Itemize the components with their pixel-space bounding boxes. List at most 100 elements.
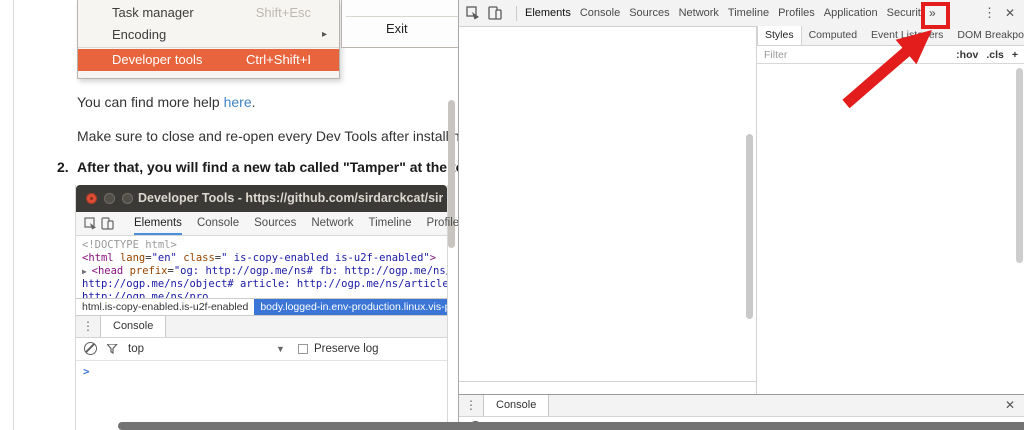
- tab-profiles[interactable]: Profiles: [427, 213, 458, 235]
- tab-console[interactable]: Console: [197, 213, 239, 235]
- console-drawer-tabbar: ⋮ Console ✕: [459, 395, 1024, 417]
- tab-console[interactable]: Console: [580, 7, 620, 19]
- filter-icon[interactable]: [107, 344, 118, 357]
- breadcrumb-item[interactable]: body.logged-in.env-production.linux.vis-…: [254, 299, 447, 315]
- menu-shortcut: Shift+Esc: [256, 2, 311, 24]
- code-line[interactable]: http://ogp.me/ns/object# article: http:/…: [82, 278, 447, 291]
- tab-network[interactable]: Network: [679, 7, 719, 19]
- shot-code: <!DOCTYPE html><html lang="en" class=" i…: [76, 236, 447, 298]
- embedded-console-drawer-tabbar: ⋮ Console: [76, 316, 447, 338]
- code-segment: prefix: [130, 265, 168, 277]
- tab-dom-breakpoints[interactable]: DOM Breakpoints: [950, 26, 1024, 45]
- code-segment: lang: [120, 252, 145, 264]
- inspect-element-icon[interactable]: [464, 4, 482, 22]
- dropdown-arrow-icon[interactable]: ▼: [276, 338, 285, 360]
- code-segment: " is-copy-enabled is-u2f-enabled": [221, 252, 430, 264]
- browser-menu-exit-panel: Exit: [341, 0, 458, 48]
- styles-filter-toggles: :hov .cls +: [956, 49, 1018, 61]
- preserve-log-label: Preserve log: [314, 338, 379, 360]
- tab-computed[interactable]: Computed: [802, 26, 864, 45]
- tab-sources[interactable]: Sources: [629, 7, 669, 19]
- menu-separator: [78, 47, 339, 48]
- code-segment: "en": [152, 252, 177, 264]
- submenu-arrow-icon: ▸: [322, 24, 327, 46]
- new-rule-button[interactable]: +: [1012, 49, 1018, 61]
- step-marker: 2.: [57, 159, 69, 175]
- menu-item-label: Encoding: [112, 27, 166, 42]
- dom-scrollbar-thumb[interactable]: [746, 134, 753, 319]
- window-minimize-icon: [104, 193, 115, 204]
- help-text: You can find more help: [77, 94, 224, 110]
- code-segment: <!DOCTYPE html>: [82, 239, 177, 251]
- styles-scrollbar-thumb[interactable]: [1016, 68, 1023, 263]
- tab-styles[interactable]: Styles: [757, 26, 802, 45]
- tab-timeline[interactable]: Timeline: [728, 7, 769, 19]
- embedded-tabs: Elements Console Sources Network Timeline Pro…: [134, 213, 458, 235]
- embedded-tabbar: ElementsConsoleSourcesNetworkTimelinePro…: [76, 212, 447, 236]
- code-segment: class: [183, 252, 215, 264]
- help-text-suffix: .: [252, 94, 256, 110]
- browser-context-menu: Task manager Shift+Esc Encoding ▸ Develo…: [77, 0, 340, 79]
- tab-sources[interactable]: Sources: [254, 213, 296, 235]
- embedded-devtools-screenshot: Developer Tools - https://github.com/sir…: [75, 185, 448, 430]
- styles-tabs-list: StylesComputedEvent ListenersDOM Breakpo…: [757, 26, 1024, 46]
- tab-application[interactable]: Application: [824, 7, 878, 19]
- code-line[interactable]: ▶ <head prefix="og: http://ogp.me/ns# fb…: [82, 265, 447, 278]
- code-segment: ▶: [82, 267, 92, 276]
- dt-tabs: Elements Console Sources Network Timeline Pro…: [525, 7, 923, 19]
- style-rules: [757, 63, 1024, 394]
- menu-item-exit[interactable]: Exit: [386, 21, 408, 36]
- code-line[interactable]: http://ogp.me/ns/pro...: [82, 291, 447, 298]
- screenshot-root: Task manager Shift+Esc Encoding ▸ Develo…: [0, 0, 1024, 430]
- tab-security[interactable]: Security: [887, 7, 923, 19]
- inspect-element-icon: [84, 215, 97, 233]
- console-prompt-chevron[interactable]: >: [76, 361, 447, 378]
- embedded-console-tab[interactable]: Console: [100, 316, 166, 337]
- hover-toggle[interactable]: :hov: [956, 49, 978, 61]
- kebab-menu-icon[interactable]: ⋮: [983, 0, 996, 26]
- help-link[interactable]: here: [224, 94, 252, 110]
- menu-item-developer-tools[interactable]: Developer tools Ctrl+Shift+I: [78, 49, 339, 71]
- breadcrumb-item[interactable]: html.is-copy-enabled.is-u2f-enabled: [76, 299, 254, 315]
- device-toolbar-icon[interactable]: [486, 4, 504, 22]
- code-line[interactable]: <!DOCTYPE html>: [82, 239, 447, 252]
- tab-network[interactable]: Network: [311, 213, 353, 235]
- close-drawer-icon[interactable]: ✕: [1005, 395, 1015, 416]
- toolbar-divider: [516, 6, 517, 21]
- menu-separator: [346, 16, 458, 17]
- styles-filter-bar: Filter :hov .cls +: [757, 46, 1024, 64]
- window-maximize-icon: [122, 193, 133, 204]
- tab-profiles[interactable]: Profiles: [778, 7, 815, 19]
- kebab-menu-icon[interactable]: ⋮: [76, 316, 100, 337]
- devtools-panel: Elements Console Sources Network Timeline Pro…: [458, 0, 1024, 430]
- code-segment: <html: [82, 252, 114, 264]
- embedded-window-title: Developer Tools - https://github.com/sir…: [138, 185, 443, 212]
- code-line[interactable]: <html lang="en" class=" is-copy-enabled …: [82, 252, 447, 265]
- tab-timeline[interactable]: Timeline: [369, 213, 412, 235]
- menu-item-encoding[interactable]: Encoding ▸: [78, 24, 339, 46]
- code-segment: "og: http://ogp.me/ns# fb: http://ogp.me…: [174, 265, 447, 277]
- code-segment: >: [430, 252, 436, 264]
- console-drawer-tab[interactable]: Console: [483, 395, 549, 416]
- close-devtools-icon[interactable]: ✕: [1005, 0, 1015, 26]
- clear-console-icon[interactable]: [84, 342, 97, 355]
- dom-breadcrumb: [459, 381, 756, 395]
- embedded-console-toolbar: top ▼ Preserve log: [76, 338, 447, 361]
- menu-shortcut: Ctrl+Shift+I: [246, 49, 311, 71]
- menu-item-task-manager[interactable]: Task manager Shift+Esc: [78, 2, 339, 24]
- preserve-log-checkbox[interactable]: [298, 344, 308, 354]
- browser-page: Task manager Shift+Esc Encoding ▸ Develo…: [0, 0, 458, 430]
- console-context-select[interactable]: top: [128, 338, 144, 360]
- tab-elements[interactable]: Elements: [525, 7, 571, 19]
- embedded-window-titlebar: Developer Tools - https://github.com/sir…: [76, 185, 447, 212]
- horizontal-scrollbar-thumb[interactable]: [118, 422, 1024, 430]
- window-close-icon: [86, 193, 97, 204]
- note-paragraph: Make sure to close and re-open every Dev…: [77, 128, 458, 144]
- page-left-border: [13, 0, 14, 430]
- menu-item-label: Task manager: [112, 5, 194, 20]
- filter-input[interactable]: Filter: [764, 49, 787, 61]
- kebab-menu-icon[interactable]: ⋮: [459, 395, 483, 416]
- class-toggle[interactable]: .cls: [986, 49, 1004, 61]
- elements-dom-tree: [459, 26, 756, 381]
- tab-elements[interactable]: Elements: [134, 213, 182, 235]
